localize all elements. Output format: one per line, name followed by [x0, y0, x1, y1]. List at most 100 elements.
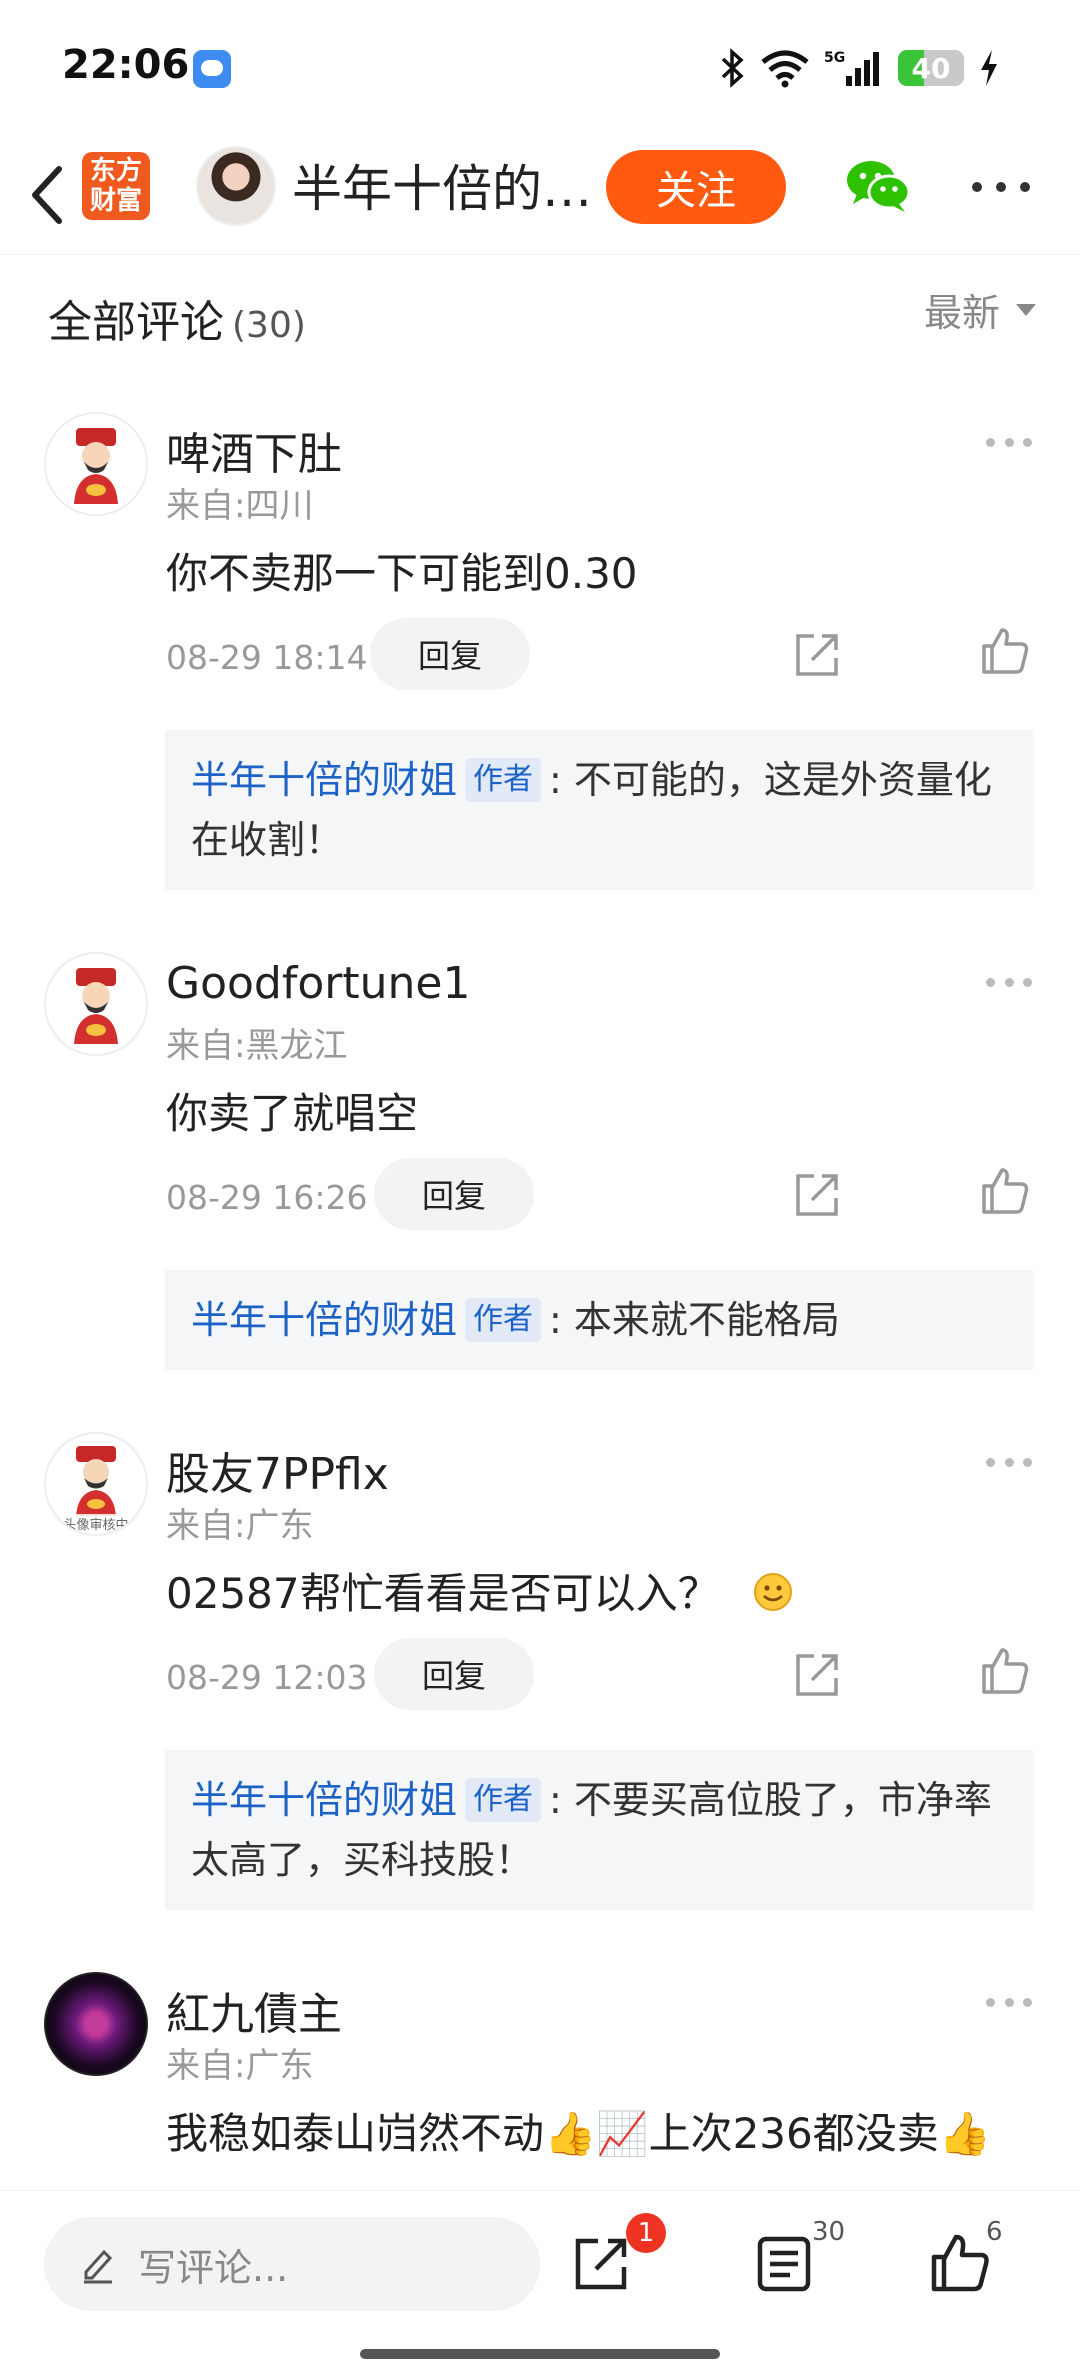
more-icon-dot [986, 978, 995, 987]
share-post-button[interactable] [570, 2231, 634, 2295]
avatar[interactable] [44, 952, 148, 1056]
more-icon-dot [986, 1458, 995, 1467]
author-reply: 半年十倍的财姐 作者: 不可能的，这是外资量化在收割！ [165, 730, 1034, 890]
like-post-button[interactable] [928, 2231, 992, 2295]
reply-button[interactable]: 回复 [374, 1638, 534, 1710]
status-bar: 22:06 5G 40 [0, 0, 1080, 140]
reply-button[interactable]: 回复 [374, 1158, 534, 1230]
comment-text: 02587帮忙看看是否可以入？ [166, 1560, 793, 1621]
fortune-god-avatar-icon [74, 968, 118, 1044]
more-icon-dot [1020, 182, 1030, 192]
network-type: 5G [824, 50, 845, 66]
more-icon-dot [1023, 978, 1032, 987]
author-avatar[interactable] [196, 146, 276, 226]
avatar[interactable]: 头像审核中 [44, 1432, 148, 1536]
like-button[interactable] [978, 1644, 1032, 1698]
share-icon [796, 634, 838, 676]
brand-logo[interactable]: 东方财富 [82, 152, 150, 220]
reply-author[interactable]: 半年十倍的财姐 [191, 758, 457, 802]
battery-text: 40 [911, 51, 951, 85]
pencil-icon [84, 2249, 113, 2284]
more-icon-dot [1004, 438, 1014, 447]
comment-location: 来自:广东 [166, 2046, 314, 2086]
comment-text: 你卖了就唱空 [166, 1089, 419, 1138]
status-icons: 5G 40 [720, 46, 1000, 90]
avatar[interactable] [44, 1972, 148, 2076]
more-icon-dot [1023, 438, 1032, 447]
page-title[interactable]: 半年十倍的财姐 [292, 154, 602, 224]
more-icon-dot [1023, 1998, 1032, 2007]
author-tag: 作者 [465, 758, 542, 802]
nav-bar: 东方财富 半年十倍的财姐 关注 [0, 140, 1080, 255]
share-icon [796, 1654, 838, 1696]
home-indicator[interactable] [360, 2349, 720, 2359]
comments-title: 全部评论 (30) [48, 286, 306, 350]
like-button[interactable] [978, 1164, 1032, 1218]
reply-author[interactable]: 半年十倍的财姐 [191, 1298, 457, 1342]
more-icon-dot [972, 182, 982, 192]
comment-text: 我稳如泰山岿然不动👍📈上次236都没卖👍 [166, 2109, 992, 2158]
comment-time: 08-29 16:26 [166, 1178, 368, 1217]
comment-text-content: 02587帮忙看看是否可以入？ [166, 1569, 720, 1618]
like-button[interactable] [978, 624, 1032, 678]
smile-emoji-icon [753, 1573, 792, 1611]
share-button[interactable] [790, 1168, 844, 1222]
more-icon-dot [996, 182, 1006, 192]
reply-text: : 本来就不能格局 [549, 1298, 840, 1342]
write-comment-input[interactable]: 写评论... [44, 2217, 540, 2311]
follow-button[interactable]: 关注 [606, 150, 786, 224]
comments-count: (30) [232, 305, 306, 346]
comment-location: 来自:广东 [166, 1506, 314, 1546]
wifi-icon [761, 50, 809, 88]
more-icon-dot [1004, 1458, 1014, 1467]
thumbs-up-icon [931, 2234, 989, 2292]
author-tag: 作者 [465, 1298, 542, 1342]
comment-more-button[interactable] [986, 978, 1032, 992]
like-count: 6 [986, 2217, 1003, 2247]
write-comment-placeholder: 写评论... [138, 2245, 289, 2290]
comment-author[interactable]: 紅九債主 [166, 1978, 342, 2042]
comment-more-button[interactable] [986, 1458, 1032, 1472]
bottom-bar: 写评论... 1 30 6 [0, 2190, 1080, 2378]
reply-button[interactable]: 回复 [370, 618, 530, 690]
share-button[interactable] [790, 1648, 844, 1702]
comment-author[interactable]: 股友7PPflx [166, 1438, 389, 1502]
share-icon [796, 1174, 838, 1216]
share-icon [575, 2238, 627, 2290]
comments-title-text: 全部评论 [48, 297, 224, 348]
comment-author[interactable]: Goodfortune1 [166, 958, 470, 1009]
avatar-review-caption: 头像审核中 [63, 1518, 128, 1533]
more-icon-dot [1023, 1458, 1032, 1467]
more-icon-dot [986, 1998, 995, 2007]
caret-down-icon [1016, 303, 1036, 316]
reply-author[interactable]: 半年十倍的财姐 [191, 1778, 457, 1822]
fortune-god-avatar-icon: 头像审核中 [46, 1446, 146, 1534]
more-icon-dot [1004, 978, 1014, 987]
thumbs-up-icon [982, 1648, 1029, 1694]
wechat-share-button[interactable] [845, 158, 911, 214]
cellular-signal-icon: 5G [824, 50, 879, 86]
comment-more-button[interactable] [986, 1998, 1032, 2012]
charging-icon [981, 50, 997, 86]
battery-indicator: 40 [898, 50, 964, 86]
sort-dropdown[interactable]: 最新 [924, 282, 1036, 337]
status-time: 22:06 [62, 42, 190, 88]
comment-time: 08-29 18:14 [166, 638, 368, 677]
more-icon-dot [1004, 1998, 1014, 2007]
more-button[interactable] [966, 162, 1036, 212]
comment-count: 30 [812, 2217, 846, 2247]
avatar[interactable] [44, 412, 148, 516]
thumbs-up-icon [982, 628, 1029, 674]
comment-text: 你不卖那一下可能到0.30 [166, 549, 638, 598]
weather-app-icon [193, 50, 231, 88]
comment-location: 来自:四川 [166, 486, 314, 526]
comment-author[interactable]: 啤酒下肚 [166, 418, 342, 482]
comment-time: 08-29 12:03 [166, 1658, 368, 1697]
share-badge: 1 [626, 2213, 666, 2253]
author-reply: 半年十倍的财姐 作者: 本来就不能格局 [165, 1270, 1034, 1370]
share-button[interactable] [790, 628, 844, 682]
back-button[interactable] [22, 160, 72, 230]
comments-button[interactable] [752, 2231, 816, 2295]
comment-list-icon [757, 2236, 811, 2292]
comment-more-button[interactable] [986, 438, 1032, 452]
